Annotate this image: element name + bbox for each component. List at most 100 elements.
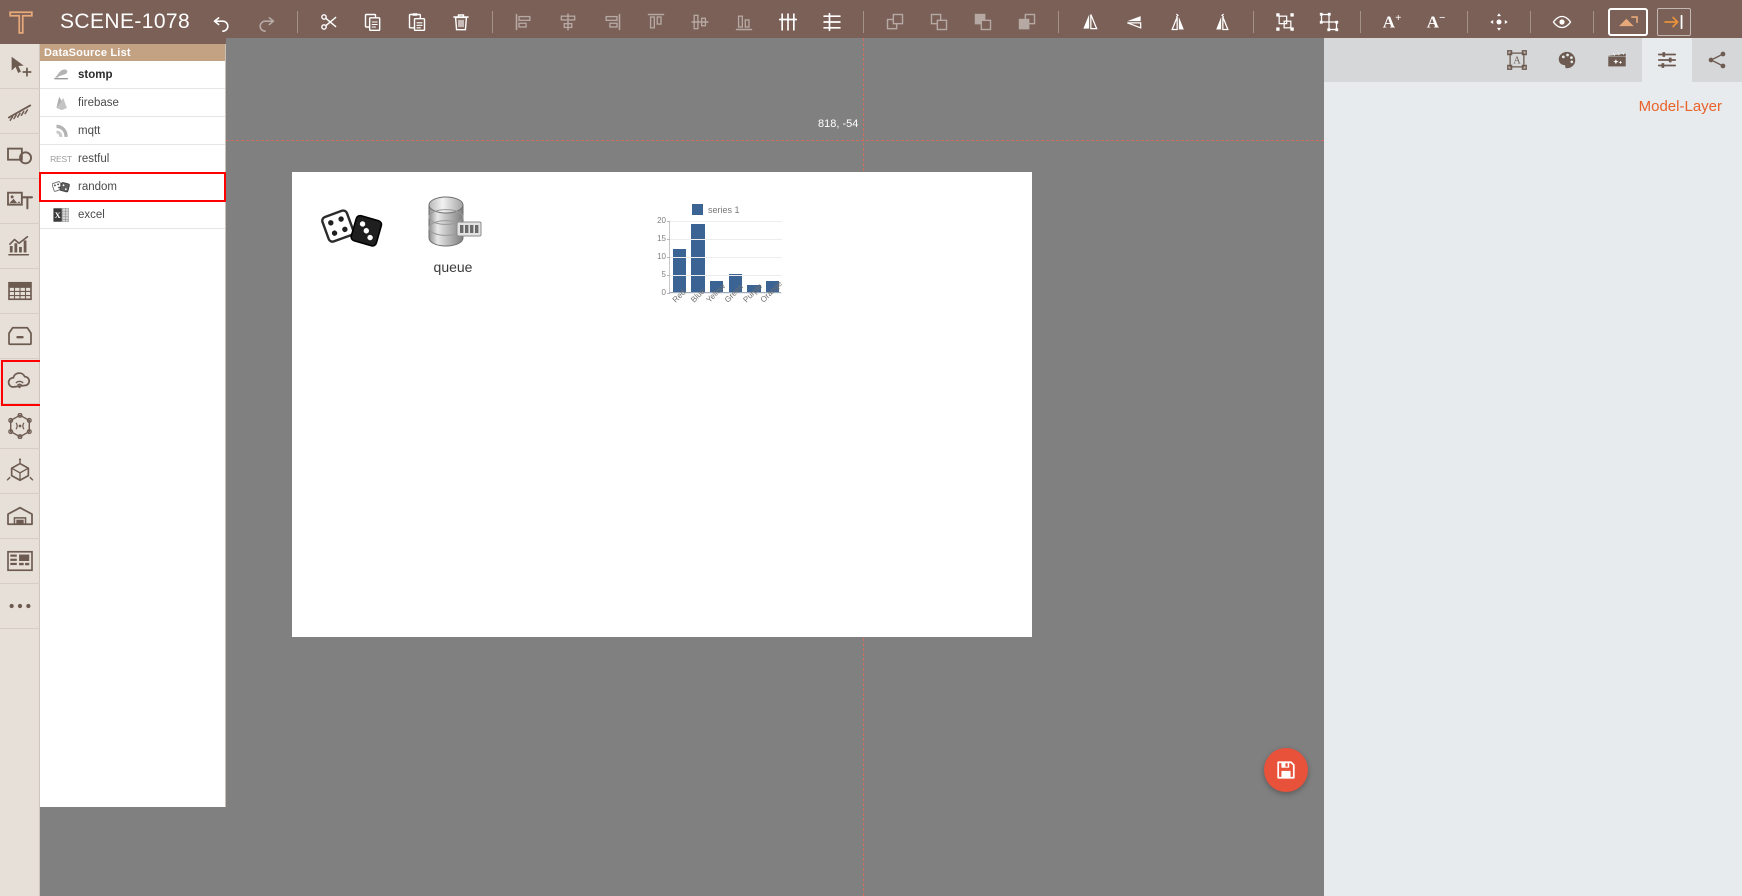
tab-animation[interactable]: [1592, 38, 1642, 82]
sidebar-item-line[interactable]: [0, 89, 40, 134]
align-bottom-icon: [735, 15, 753, 31]
save-fab-button[interactable]: [1264, 748, 1308, 792]
chart-y-tick-label: 10: [657, 252, 666, 261]
tab-share[interactable]: [1692, 38, 1742, 82]
undo-icon: [213, 17, 229, 32]
sidebar-item-3d[interactable]: [0, 449, 40, 494]
cloud-signal-icon: [7, 372, 30, 389]
tab-properties[interactable]: [1642, 38, 1692, 82]
datasource-item-random[interactable]: random: [39, 172, 226, 202]
stomp-icon: [50, 67, 72, 82]
datasource-item-firebase[interactable]: firebase: [40, 89, 225, 117]
layout-panels-icon: [7, 550, 33, 572]
legend-label: series 1: [708, 204, 740, 215]
bring-to-front-icon: [886, 13, 904, 30]
rotate-left-icon: [1171, 13, 1184, 31]
sidebar-item-layout[interactable]: [0, 539, 40, 584]
flip-horizontal-icon: [1083, 14, 1098, 30]
database-icon: [428, 196, 482, 247]
chart-bars: [670, 220, 782, 292]
font-decrease-label: A−: [1426, 11, 1446, 32]
send-to-back-icon: [1018, 13, 1036, 30]
warehouse-icon: [7, 506, 33, 526]
align-center-h-icon: [560, 13, 576, 31]
right-panel-tabs: A: [1324, 38, 1742, 82]
chart-y-tick-mark: [667, 257, 670, 258]
datasource-item-stomp[interactable]: stomp: [40, 61, 225, 89]
screen-icon: [1619, 16, 1638, 27]
cursor-move-icon: [11, 56, 32, 77]
chart-x-label-slot: Orange: [758, 279, 783, 332]
tab-style[interactable]: [1542, 38, 1592, 82]
align-left-icon: [515, 13, 531, 31]
right-panel-body: Model-Layer: [1324, 82, 1742, 896]
chart-bar-slot: [707, 220, 726, 292]
chart-x-label-slot: Blue: [688, 287, 707, 332]
sidebar-item-select[interactable]: [0, 44, 40, 89]
dice-object[interactable]: [321, 204, 391, 254]
chart-x-label-slot: Yellow: [704, 282, 727, 332]
datasource-item-excel[interactable]: X excel: [40, 201, 225, 229]
panel-toggle-button[interactable]: [1657, 8, 1692, 36]
toolbar-divider: [297, 11, 299, 33]
sidebar-item-network[interactable]: [0, 404, 40, 449]
ungroup-icon: [1319, 12, 1339, 32]
sidebar-item-media[interactable]: [0, 179, 40, 224]
svg-text:A: A: [1513, 56, 1521, 67]
redo-icon: [259, 17, 275, 32]
tab-text[interactable]: A: [1492, 38, 1542, 82]
toolbar-divider: [1530, 11, 1532, 33]
chart-bar-slot: [689, 220, 708, 292]
chart-y-tick-mark: [667, 293, 670, 294]
datasource-item-label: mqtt: [78, 124, 101, 137]
distribute-horizontal-icon: [778, 13, 798, 31]
flip-vertical-icon: [1127, 16, 1142, 29]
excel-icon: X: [50, 207, 72, 223]
presentation-button[interactable]: [1608, 8, 1649, 36]
sidebar-item-more[interactable]: [0, 584, 40, 629]
chart-legend: series 1: [692, 204, 740, 215]
guide-line-horizontal: [226, 140, 1324, 141]
table-icon: [8, 281, 32, 301]
app-root: SCENE-1078 A+ A− DataSource List stomp f…: [0, 0, 1742, 896]
toolbar-divider: [1058, 11, 1060, 33]
dashed-line-icon: [7, 104, 32, 122]
sidebar-item-datasource[interactable]: [0, 359, 42, 406]
rest-icon: REST: [50, 154, 72, 164]
datasource-item-restful[interactable]: REST restful: [40, 145, 225, 173]
datasource-item-label: stomp: [78, 68, 113, 81]
sidebar-item-chart[interactable]: [0, 224, 40, 269]
network-signal-icon: [8, 413, 32, 439]
clapper-icon: [1608, 51, 1626, 67]
queue-object[interactable]: queue: [418, 194, 488, 275]
eye-icon: [1552, 15, 1572, 29]
chart-gridline: [670, 275, 782, 276]
share-icon: [1708, 51, 1726, 69]
chart-y-tick-label: 20: [657, 216, 666, 225]
canvas-page[interactable]: queue series 1 0 5 10 15 20 Red Blue Yellow Gre…: [292, 172, 1032, 637]
bring-forward-icon: [930, 13, 948, 31]
sidebar-item-container[interactable]: [0, 314, 40, 359]
scissors-icon: [321, 14, 337, 30]
chart-bar-slot: [745, 220, 764, 292]
page-title: SCENE-1078: [60, 10, 191, 33]
chart-x-axis-labels: Red Blue Yellow Green Purple Orange: [669, 279, 784, 332]
arrow-right-bar-icon: [1664, 14, 1683, 30]
model-layer-label: Model-Layer: [1638, 98, 1722, 115]
right-panel: A Model-Layer: [1324, 38, 1742, 896]
canvas-area[interactable]: 818, -54 queue series 1 0 5 10 15 20 Red…: [226, 38, 1324, 896]
queue-object-label: queue: [433, 259, 473, 275]
chart-y-tick-label: 0: [661, 288, 666, 297]
bar-chart-object[interactable]: series 1 0 5 10 15 20 Red Blue Yellow Green Purp…: [649, 204, 789, 334]
datasource-item-mqtt[interactable]: mqtt: [40, 117, 225, 145]
sidebar-item-warehouse[interactable]: [0, 494, 40, 539]
text-frame-icon: A: [1507, 50, 1527, 70]
app-logo[interactable]: [0, 0, 42, 44]
toolbar-divider: [492, 11, 494, 33]
sidebar-item-shape[interactable]: [0, 134, 40, 179]
datasource-item-label: restful: [78, 152, 110, 165]
cursor-coordinates: 818, -54: [818, 118, 859, 130]
sidebar-item-table[interactable]: [0, 269, 40, 314]
paste-icon: [408, 13, 426, 32]
align-top-icon: [647, 13, 665, 29]
